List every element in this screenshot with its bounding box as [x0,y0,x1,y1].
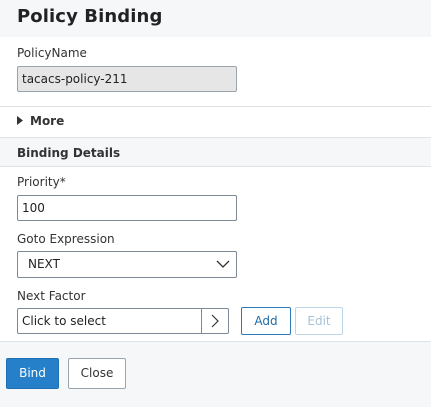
more-toggle[interactable]: More [17,114,64,128]
chevron-down-icon [216,256,230,272]
goto-expression-select[interactable]: NEXT [17,251,237,278]
dialog-header: Policy Binding [0,0,431,37]
divider [0,166,431,167]
dialog-title: Policy Binding [17,6,163,27]
policy-name-field: tacacs-policy-211 [17,66,237,92]
next-factor-picker[interactable]: Click to select [17,308,229,334]
dialog-footer: Bind Close [0,341,431,407]
priority-input[interactable]: 100 [17,195,237,221]
priority-label: Priority* [17,175,66,189]
more-label: More [30,114,65,128]
next-factor-placeholder: Click to select [22,314,106,328]
binding-details-title: Binding Details [17,146,121,160]
divider [0,137,431,138]
chevron-right-icon[interactable] [201,309,228,333]
policy-name-label: PolicyName [17,46,87,60]
caret-right-icon [17,114,25,128]
divider [0,106,431,107]
edit-button[interactable]: Edit [295,307,343,335]
add-button[interactable]: Add [241,307,291,335]
next-factor-label: Next Factor [17,289,86,303]
goto-expression-label: Goto Expression [17,232,115,246]
bind-button[interactable]: Bind [6,358,59,389]
close-button[interactable]: Close [68,358,126,389]
goto-expression-value: NEXT [28,257,60,271]
